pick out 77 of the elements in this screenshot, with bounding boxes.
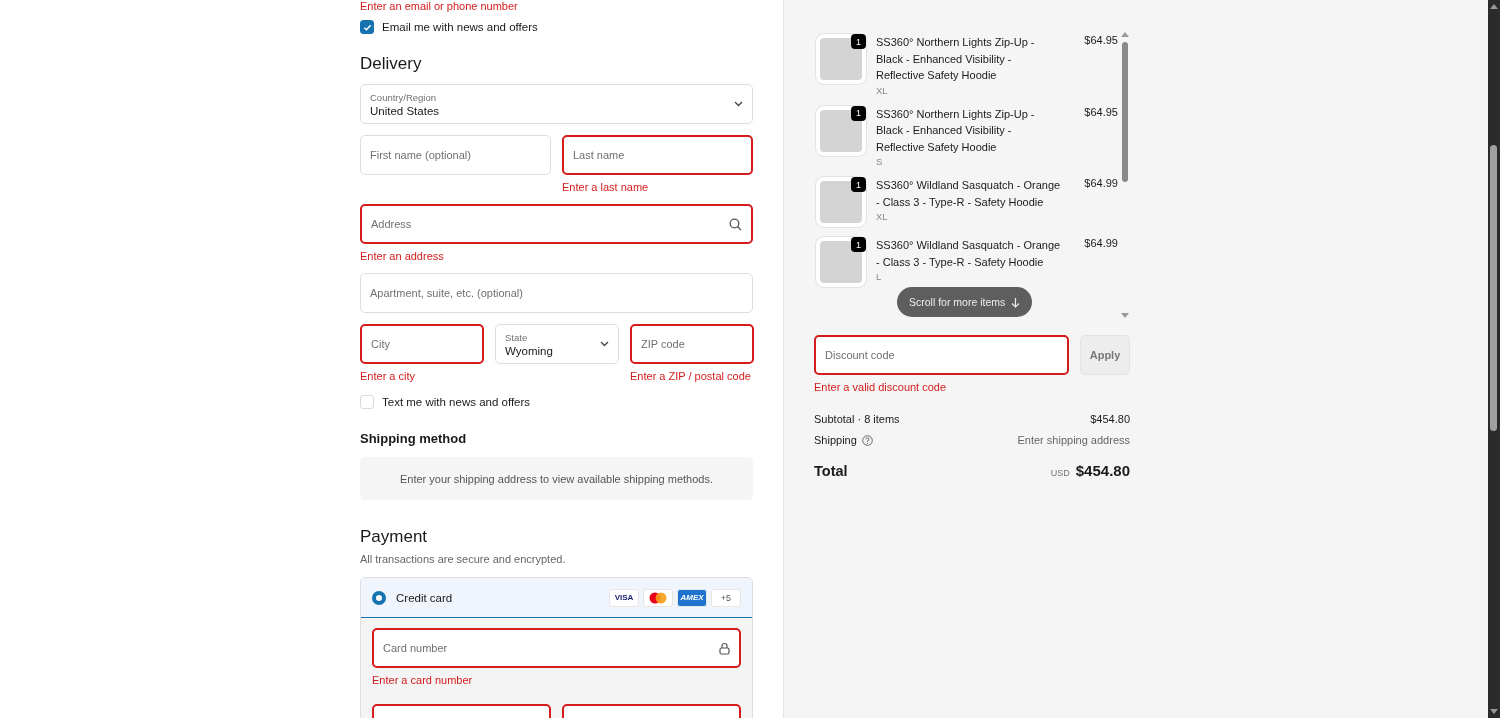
currency-code: USD <box>1050 468 1070 478</box>
checkbox[interactable] <box>360 20 374 34</box>
total-value: $454.80 <box>1075 462 1130 479</box>
field-label: State <box>505 331 529 343</box>
radio-button[interactable] <box>372 590 386 605</box>
field-placeholder: Address <box>371 218 413 230</box>
subtotal-label: Subtotal · 8 items <box>814 413 900 425</box>
input-field[interactable]: Address <box>360 204 753 244</box>
error-message: Enter a city <box>360 370 417 382</box>
error-message: Enter an address <box>360 250 445 262</box>
section-heading: Delivery <box>360 54 423 74</box>
shipping-label: Shipping <box>814 434 857 446</box>
error-message: Enter a card number <box>372 674 474 686</box>
input-field[interactable]: City <box>360 324 484 364</box>
quantity-badge: 1 <box>851 34 866 49</box>
product-variant: XL <box>876 211 889 222</box>
section-heading: Payment <box>360 527 429 547</box>
input-field[interactable]: Discount code <box>814 335 1069 375</box>
field-placeholder: Last name <box>573 149 626 161</box>
product-price: $64.99 <box>1083 237 1118 251</box>
section-subtitle: All transactions are secure and encrypted. <box>360 553 567 565</box>
page-scrollbar[interactable] <box>1488 0 1500 718</box>
select-field[interactable]: Country/Region United States <box>360 84 753 124</box>
input-field[interactable]: Card number <box>372 628 741 668</box>
checkbox-label: Email me with news and offers <box>382 21 538 33</box>
select-field[interactable]: State Wyoming <box>495 324 619 364</box>
quantity-badge: 1 <box>851 105 866 121</box>
subtotal-value: $454.80 <box>1090 413 1130 425</box>
chevron-down-icon <box>600 341 609 347</box>
card-logo <box>643 588 673 607</box>
scroll-hint[interactable]: Scroll for more items <box>897 287 1033 317</box>
more-cards-badge: +5 <box>711 588 741 607</box>
error-message: Enter a last name <box>562 181 650 193</box>
total-label: Total <box>814 462 848 479</box>
quantity-badge: 1 <box>851 237 866 252</box>
product-title: SS360° Northern Lights Zip-Up - Black - Enhanced Visibility - Reflective Safety Hoodie <box>876 106 1036 155</box>
product-title: SS360° Northern Lights Zip-Up - Black - Enhanced Visibility - Reflective Safety Hoodie <box>876 35 1036 83</box>
product-variant: S <box>876 156 884 167</box>
field-label: Country/Region <box>370 91 437 103</box>
input-field[interactable]: Last name <box>562 135 753 175</box>
section-heading: Shipping method <box>360 431 468 446</box>
product-price: $64.99 <box>1083 177 1118 191</box>
checkbox-label: Text me with news and offers <box>382 396 531 408</box>
error-message: Enter an email or phone number <box>360 0 519 12</box>
info-message: Enter your shipping address to view available shipping methods. <box>360 457 753 500</box>
field-placeholder: City <box>371 338 391 350</box>
input-field[interactable]: Apartment, suite, etc. (optional) <box>360 273 753 313</box>
product-price: $64.95 <box>1083 105 1118 120</box>
lock-icon <box>719 641 730 655</box>
quantity-badge: 1 <box>851 177 866 192</box>
product-title: SS360° Wildland Sasquatch - Orange - Class 3 - Type-R - Safety Hoodie <box>876 238 1062 270</box>
arrow-down-icon <box>1011 296 1021 308</box>
field-value: Wyoming <box>505 344 554 357</box>
field-placeholder: Card number <box>383 642 449 654</box>
check-icon <box>362 22 372 32</box>
chevron-down-icon <box>734 101 743 107</box>
field-placeholder: First name (optional) <box>370 149 472 161</box>
payment-option[interactable]: Credit card VISA AMEX +5 <box>361 578 752 618</box>
field-value: United States <box>370 104 441 117</box>
input-field[interactable]: First name (optional) <box>360 135 551 175</box>
error-message: Enter a valid discount code <box>814 381 948 393</box>
payment-label: Credit card <box>396 591 453 604</box>
field-placeholder: ZIP code <box>641 338 686 350</box>
search-icon <box>729 217 742 231</box>
card-logo: AMEX <box>677 588 707 607</box>
product-title: SS360° Wildland Sasquatch - Orange - Class 3 - Type-R - Safety Hoodie <box>876 178 1062 210</box>
input-field[interactable]: ZIP code <box>630 324 754 364</box>
shipping-value: Enter shipping address <box>1017 434 1130 446</box>
help-icon[interactable] <box>861 434 873 446</box>
product-variant: L <box>876 271 883 282</box>
card-logo: VISA <box>609 588 639 607</box>
field-placeholder: Apartment, suite, etc. (optional) <box>370 287 524 299</box>
apply-button[interactable]: Apply <box>1080 335 1130 375</box>
field-placeholder: Discount code <box>825 349 896 361</box>
product-price: $64.95 <box>1083 34 1118 48</box>
product-variant: XL <box>876 84 889 96</box>
error-message: Enter a ZIP / postal code <box>630 370 752 382</box>
